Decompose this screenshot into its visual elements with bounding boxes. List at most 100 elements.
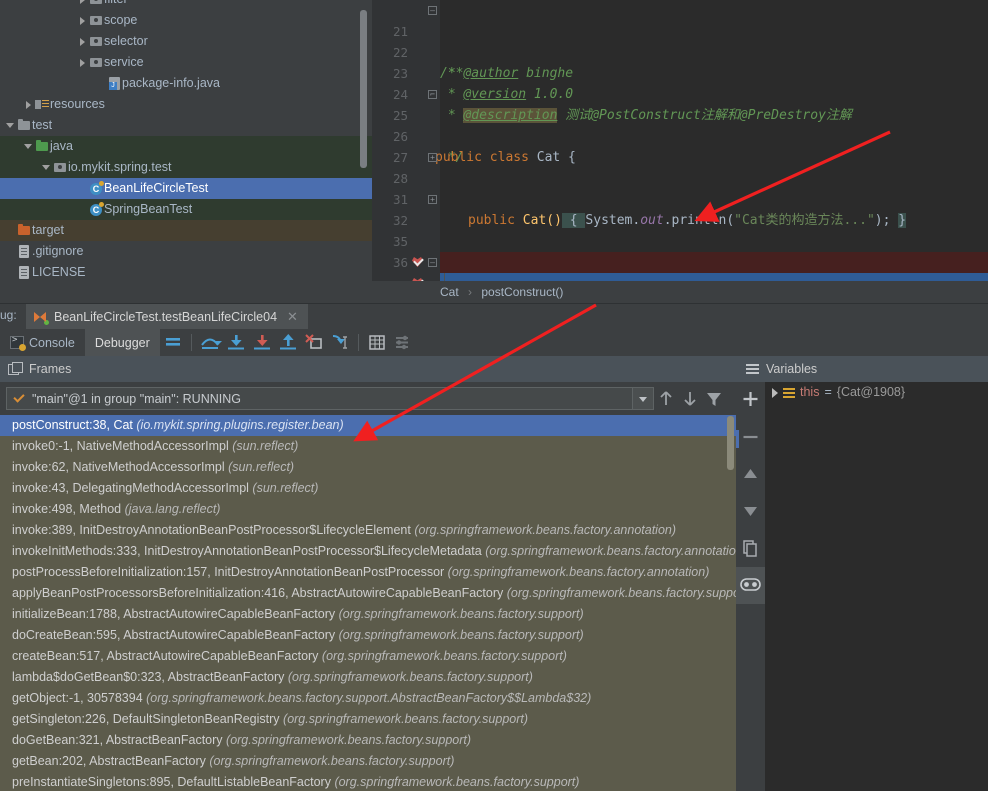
fold-plus-icon[interactable]: +: [428, 153, 437, 162]
chevron-right-icon[interactable]: [78, 10, 89, 31]
frame-method: invoke:389, InitDestroyAnnotationBeanPos…: [12, 523, 411, 537]
frame-package: (org.springframework.beans.factory.suppo…: [226, 733, 471, 747]
tree-item-test[interactable]: test: [0, 115, 372, 136]
move-down-button[interactable]: [736, 493, 765, 530]
fold-plus-icon[interactable]: +: [428, 195, 437, 204]
step-over-button[interactable]: [197, 329, 223, 356]
tree-item-scope[interactable]: scope: [0, 10, 372, 31]
frames-up-button[interactable]: [654, 382, 678, 415]
code-line: 21 – /**: [372, 0, 988, 21]
tab-console[interactable]: Console: [0, 329, 85, 356]
tree-item-label: target: [32, 223, 64, 237]
frame-row[interactable]: postProcessBeforeInitialization:157, Ini…: [0, 562, 736, 583]
variable-row[interactable]: this = {Cat@1908}: [765, 382, 988, 403]
evaluate-expression-button[interactable]: [364, 329, 390, 356]
chevron-right-icon[interactable]: [24, 94, 35, 115]
frame-row[interactable]: getSingleton:226, DefaultSingletonBeanRe…: [0, 709, 736, 730]
tree-item-filter[interactable]: filter: [0, 0, 372, 10]
frame-row[interactable]: applyBeanPostProcessorsBeforeInitializat…: [0, 583, 736, 604]
move-up-button[interactable]: [736, 456, 765, 493]
frames-vertical-scrollbar[interactable]: [727, 416, 734, 470]
breadcrumb[interactable]: Cat › postConstruct(): [372, 281, 988, 303]
tree-item-beanlifecircletest[interactable]: BeanLifeCircleTest: [0, 178, 372, 199]
frames-list[interactable]: postConstruct:38, Cat (io.mykit.spring.p…: [0, 415, 736, 791]
fold-end-icon[interactable]: ⌐: [428, 90, 437, 99]
frame-row[interactable]: initializeBean:1788, AbstractAutowireCap…: [0, 604, 736, 625]
frame-package: (org.springframework.beans.factory.suppo…: [339, 628, 584, 642]
project-tree-panel[interactable]: filter scopeselectorservicepackage-info.j…: [0, 0, 372, 303]
fold-minus-icon[interactable]: –: [428, 258, 437, 267]
frame-row[interactable]: invoke:498, Method (java.lang.reflect): [0, 499, 736, 520]
tree-item-label: filter: [104, 0, 128, 6]
frame-row[interactable]: invoke:43, DelegatingMethodAccessorImpl …: [0, 478, 736, 499]
tree-item-target[interactable]: target: [0, 220, 372, 241]
frame-package: (org.springframework.beans.factory.suppo…: [146, 691, 591, 705]
resources-folder-icon: [35, 94, 50, 115]
chevron-down-icon[interactable]: [632, 388, 653, 409]
chevron-right-icon[interactable]: [78, 31, 89, 52]
breadcrumb-class[interactable]: Cat: [440, 281, 459, 303]
remove-watch-button[interactable]: [736, 419, 765, 456]
debug-session-tab[interactable]: BeanLifeCircleTest.testBeanLifeCircle04 …: [26, 304, 308, 330]
frame-method: invoke:498, Method: [12, 502, 121, 516]
tree-item-license[interactable]: LICENSE: [0, 262, 372, 283]
thread-selector-combobox[interactable]: "main"@1 in group "main": RUNNING: [6, 387, 654, 410]
frame-row[interactable]: invoke:62, NativeMethodAccessorImpl (sun…: [0, 457, 736, 478]
project-tree-vertical-scrollbar[interactable]: [360, 10, 367, 168]
tree-item-java[interactable]: java: [0, 136, 372, 157]
tree-item-springbeantest[interactable]: SpringBeanTest: [0, 199, 372, 220]
copy-value-button[interactable]: [736, 530, 765, 567]
frame-row[interactable]: lambda$doGetBean$0:323, AbstractBeanFact…: [0, 667, 736, 688]
show-execution-point-button[interactable]: [160, 329, 186, 356]
code-line: 25 ⌐ */: [372, 84, 988, 105]
chevron-right-icon[interactable]: [769, 382, 782, 403]
frames-filter-button[interactable]: [702, 382, 726, 415]
frame-row[interactable]: invoke:389, InitDestroyAnnotationBeanPos…: [0, 520, 736, 541]
frame-package: (org.springframework.beans.factory.suppo…: [209, 754, 454, 768]
frame-row[interactable]: postConstruct:38, Cat (io.mykit.spring.p…: [0, 415, 736, 436]
frame-method: postProcessBeforeInitialization:157, Ini…: [12, 565, 444, 579]
tree-item--gitignore[interactable]: .gitignore: [0, 241, 372, 262]
tab-debugger[interactable]: Debugger: [85, 329, 160, 356]
frame-row[interactable]: invoke0:-1, NativeMethodAccessorImpl (su…: [0, 436, 736, 457]
code-editor[interactable]: 21 – /** 22 * @author binghe 23 * @versi…: [372, 0, 988, 303]
chevron-right-icon[interactable]: [78, 52, 89, 73]
step-out-button[interactable]: [275, 329, 301, 356]
breadcrumb-method[interactable]: postConstruct(): [481, 281, 563, 303]
tree-item-selector[interactable]: selector: [0, 31, 372, 52]
frame-row[interactable]: getBean:202, AbstractBeanFactory (org.sp…: [0, 751, 736, 772]
frame-row[interactable]: doGetBean:321, AbstractBeanFactory (org.…: [0, 730, 736, 751]
frame-row[interactable]: doCreateBean:595, AbstractAutowireCapabl…: [0, 625, 736, 646]
step-into-button[interactable]: [223, 329, 249, 356]
frame-row[interactable]: invokeInitMethods:333, InitDestroyAnnota…: [0, 541, 736, 562]
tree-spacer: [6, 220, 17, 241]
code-area[interactable]: 21 – /** 22 * @author binghe 23 * @versi…: [372, 0, 988, 281]
tree-item-service[interactable]: service: [0, 52, 372, 73]
chevron-down-icon[interactable]: [42, 157, 53, 178]
frame-row[interactable]: createBean:517, AbstractAutowireCapableB…: [0, 646, 736, 667]
drop-frame-button[interactable]: [301, 329, 327, 356]
frames-down-button[interactable]: [678, 382, 702, 415]
folder-orange-icon: [17, 220, 32, 241]
tree-item-resources[interactable]: resources: [0, 94, 372, 115]
frames-header-label: Frames: [29, 362, 71, 376]
run-to-cursor-button[interactable]: [327, 329, 353, 356]
add-watch-button[interactable]: [736, 382, 765, 419]
fold-minus-icon[interactable]: –: [428, 6, 437, 15]
force-step-into-button[interactable]: [249, 329, 275, 356]
tree-item-package-info-java[interactable]: package-info.java: [0, 73, 372, 94]
chevron-right-icon[interactable]: [78, 0, 89, 10]
debug-session-title: BeanLifeCircleTest.testBeanLifeCircle04: [54, 310, 277, 324]
inspect-button[interactable]: [736, 567, 765, 604]
variables-tree[interactable]: this = {Cat@1908}: [765, 382, 988, 791]
frame-method: getSingleton:226, DefaultSingletonBeanRe…: [12, 712, 280, 726]
tree-item-label: BeanLifeCircleTest: [104, 181, 208, 195]
breakpoint-verified-icon[interactable]: [412, 256, 424, 269]
tree-item-io-mykit-spring-test[interactable]: io.mykit.spring.test: [0, 157, 372, 178]
frame-row[interactable]: getObject:-1, 30578394 (org.springframew…: [0, 688, 736, 709]
settings-button[interactable]: [390, 329, 416, 356]
chevron-down-icon[interactable]: [24, 136, 35, 157]
frame-row[interactable]: preInstantiateSingletons:895, DefaultLis…: [0, 772, 736, 791]
chevron-down-icon[interactable]: [6, 115, 17, 136]
close-icon[interactable]: ✕: [287, 309, 298, 325]
